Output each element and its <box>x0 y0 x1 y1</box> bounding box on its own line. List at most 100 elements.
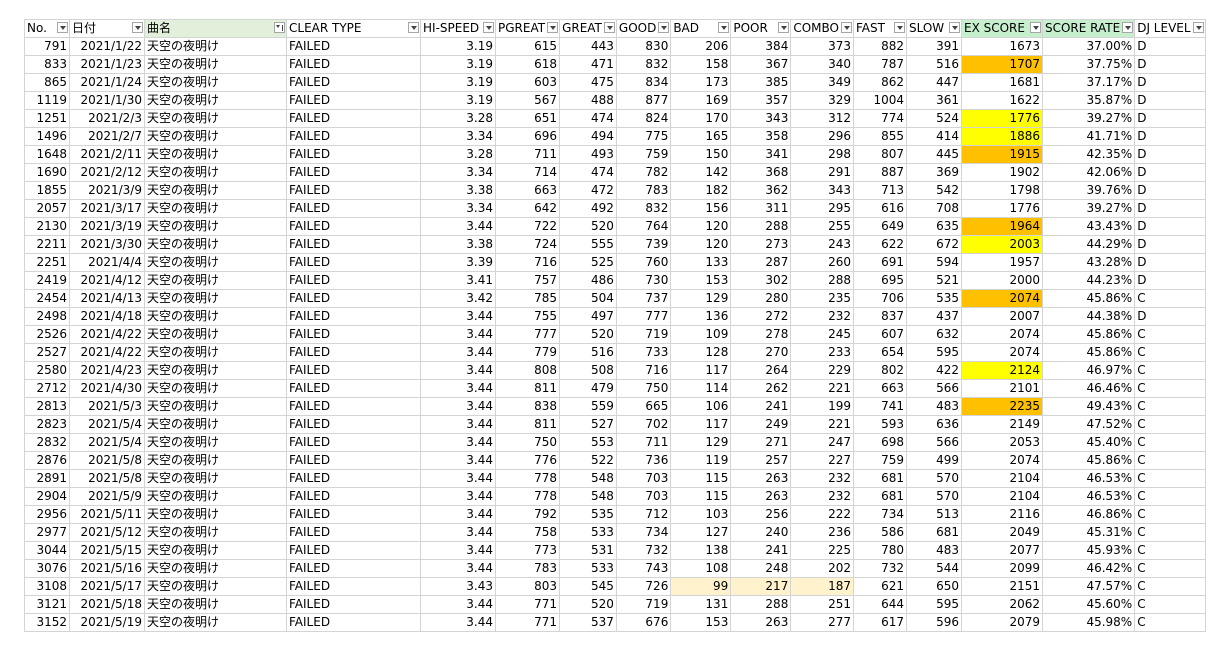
filter-dropdown-icon[interactable] <box>948 22 960 33</box>
table-cell[interactable]: 792 <box>494 505 561 524</box>
column-header-0[interactable]: No. <box>24 19 70 38</box>
table-cell[interactable]: 298 <box>790 145 854 164</box>
table-cell[interactable]: 2021/3/19 <box>69 217 145 236</box>
table-cell[interactable]: 622 <box>852 235 907 254</box>
table-cell[interactable]: FAILED <box>286 127 421 146</box>
table-cell[interactable]: FAILED <box>286 541 421 560</box>
table-cell[interactable]: 37.17% <box>1041 73 1136 92</box>
table-cell[interactable]: 726 <box>615 577 672 596</box>
table-cell[interactable]: 3.38 <box>420 181 496 200</box>
table-cell[interactable]: 天空の夜明け <box>144 235 287 254</box>
table-cell[interactable]: 150 <box>670 145 732 164</box>
table-cell[interactable]: C <box>1134 487 1206 506</box>
table-cell[interactable]: 2021/5/8 <box>69 451 145 470</box>
table-cell[interactable]: FAILED <box>286 379 421 398</box>
table-cell[interactable]: 343 <box>790 181 854 200</box>
table-cell[interactable]: 158 <box>670 55 732 74</box>
table-cell[interactable]: 2074 <box>960 325 1043 344</box>
table-cell[interactable]: 833 <box>24 55 70 74</box>
table-cell[interactable]: 235 <box>790 289 854 308</box>
table-cell[interactable]: 278 <box>730 325 792 344</box>
table-cell[interactable]: 443 <box>559 37 617 56</box>
table-cell[interactable]: 42.06% <box>1041 163 1136 182</box>
table-cell[interactable]: 45.86% <box>1041 451 1136 470</box>
table-cell[interactable]: 206 <box>670 37 732 56</box>
table-cell[interactable]: 260 <box>790 253 854 272</box>
table-cell[interactable]: 3.44 <box>420 307 496 326</box>
table-cell[interactable]: 120 <box>670 217 732 236</box>
table-cell[interactable]: 887 <box>852 163 907 182</box>
table-cell[interactable]: 46.53% <box>1041 469 1136 488</box>
table-cell[interactable]: 802 <box>852 361 907 380</box>
table-cell[interactable]: 187 <box>790 577 854 596</box>
table-cell[interactable]: 2021/5/12 <box>69 523 145 542</box>
table-cell[interactable]: 635 <box>905 217 962 236</box>
table-cell[interactable]: FAILED <box>286 397 421 416</box>
table-cell[interactable]: 548 <box>559 487 617 506</box>
table-cell[interactable]: 2021/2/7 <box>69 127 145 146</box>
table-cell[interactable]: 280 <box>730 289 792 308</box>
table-cell[interactable]: 2891 <box>24 469 70 488</box>
table-cell[interactable]: 737 <box>615 289 672 308</box>
table-cell[interactable]: 499 <box>905 451 962 470</box>
table-cell[interactable]: 739 <box>615 235 672 254</box>
table-cell[interactable]: FAILED <box>286 523 421 542</box>
table-cell[interactable]: 782 <box>615 163 672 182</box>
table-cell[interactable]: 天空の夜明け <box>144 613 287 632</box>
table-cell[interactable]: 45.86% <box>1041 325 1136 344</box>
table-cell[interactable]: 832 <box>615 55 672 74</box>
table-cell[interactable]: 263 <box>730 469 792 488</box>
table-cell[interactable]: 2021/1/23 <box>69 55 145 74</box>
table-cell[interactable]: 255 <box>790 217 854 236</box>
table-cell[interactable]: FAILED <box>286 307 421 326</box>
table-cell[interactable]: 45.86% <box>1041 289 1136 308</box>
table-cell[interactable]: 43.28% <box>1041 253 1136 272</box>
table-cell[interactable]: 35.87% <box>1041 91 1136 110</box>
table-cell[interactable]: 3.44 <box>420 523 496 542</box>
table-cell[interactable]: 1886 <box>960 127 1043 146</box>
table-cell[interactable]: 2104 <box>960 487 1043 506</box>
table-cell[interactable]: 1622 <box>960 91 1043 110</box>
table-cell[interactable]: 520 <box>559 595 617 614</box>
table-cell[interactable]: 2116 <box>960 505 1043 524</box>
table-cell[interactable]: 37.00% <box>1041 37 1136 56</box>
table-cell[interactable]: 2211 <box>24 235 70 254</box>
table-cell[interactable]: 39.76% <box>1041 181 1136 200</box>
table-cell[interactable]: 2007 <box>960 307 1043 326</box>
table-cell[interactable]: 233 <box>790 343 854 362</box>
table-cell[interactable]: 384 <box>730 37 792 56</box>
table-cell[interactable]: 106 <box>670 397 732 416</box>
table-cell[interactable]: 3.44 <box>420 217 496 236</box>
table-cell[interactable]: 249 <box>730 415 792 434</box>
filter-dropdown-icon[interactable] <box>483 22 494 33</box>
table-cell[interactable]: 650 <box>905 577 962 596</box>
table-cell[interactable]: 37.75% <box>1041 55 1136 74</box>
table-cell[interactable]: 2021/5/11 <box>69 505 145 524</box>
table-cell[interactable]: C <box>1134 397 1206 416</box>
table-cell[interactable]: 99 <box>670 577 732 596</box>
table-cell[interactable]: FAILED <box>286 595 421 614</box>
table-cell[interactable]: 531 <box>559 541 617 560</box>
table-cell[interactable]: 165 <box>670 127 732 146</box>
table-cell[interactable]: 39.27% <box>1041 109 1136 128</box>
column-header-4[interactable]: HI-SPEED <box>420 19 496 38</box>
table-cell[interactable]: FAILED <box>286 37 421 56</box>
table-cell[interactable]: C <box>1134 433 1206 452</box>
table-cell[interactable]: 3121 <box>24 595 70 614</box>
table-cell[interactable]: 108 <box>670 559 732 578</box>
table-cell[interactable]: 44.23% <box>1041 271 1136 290</box>
table-cell[interactable]: 2074 <box>960 289 1043 308</box>
table-cell[interactable]: 695 <box>852 271 907 290</box>
table-cell[interactable]: 天空の夜明け <box>144 55 287 74</box>
table-cell[interactable]: 520 <box>559 217 617 236</box>
table-cell[interactable]: 483 <box>905 397 962 416</box>
table-cell[interactable]: 642 <box>494 199 561 218</box>
table-cell[interactable]: 3.43 <box>420 577 496 596</box>
table-cell[interactable]: 312 <box>790 109 854 128</box>
table-cell[interactable]: 548 <box>559 469 617 488</box>
table-cell[interactable]: 天空の夜明け <box>144 343 287 362</box>
table-cell[interactable]: 44.38% <box>1041 307 1136 326</box>
table-cell[interactable]: 732 <box>852 559 907 578</box>
table-cell[interactable]: 142 <box>670 163 732 182</box>
table-cell[interactable]: 774 <box>852 109 907 128</box>
